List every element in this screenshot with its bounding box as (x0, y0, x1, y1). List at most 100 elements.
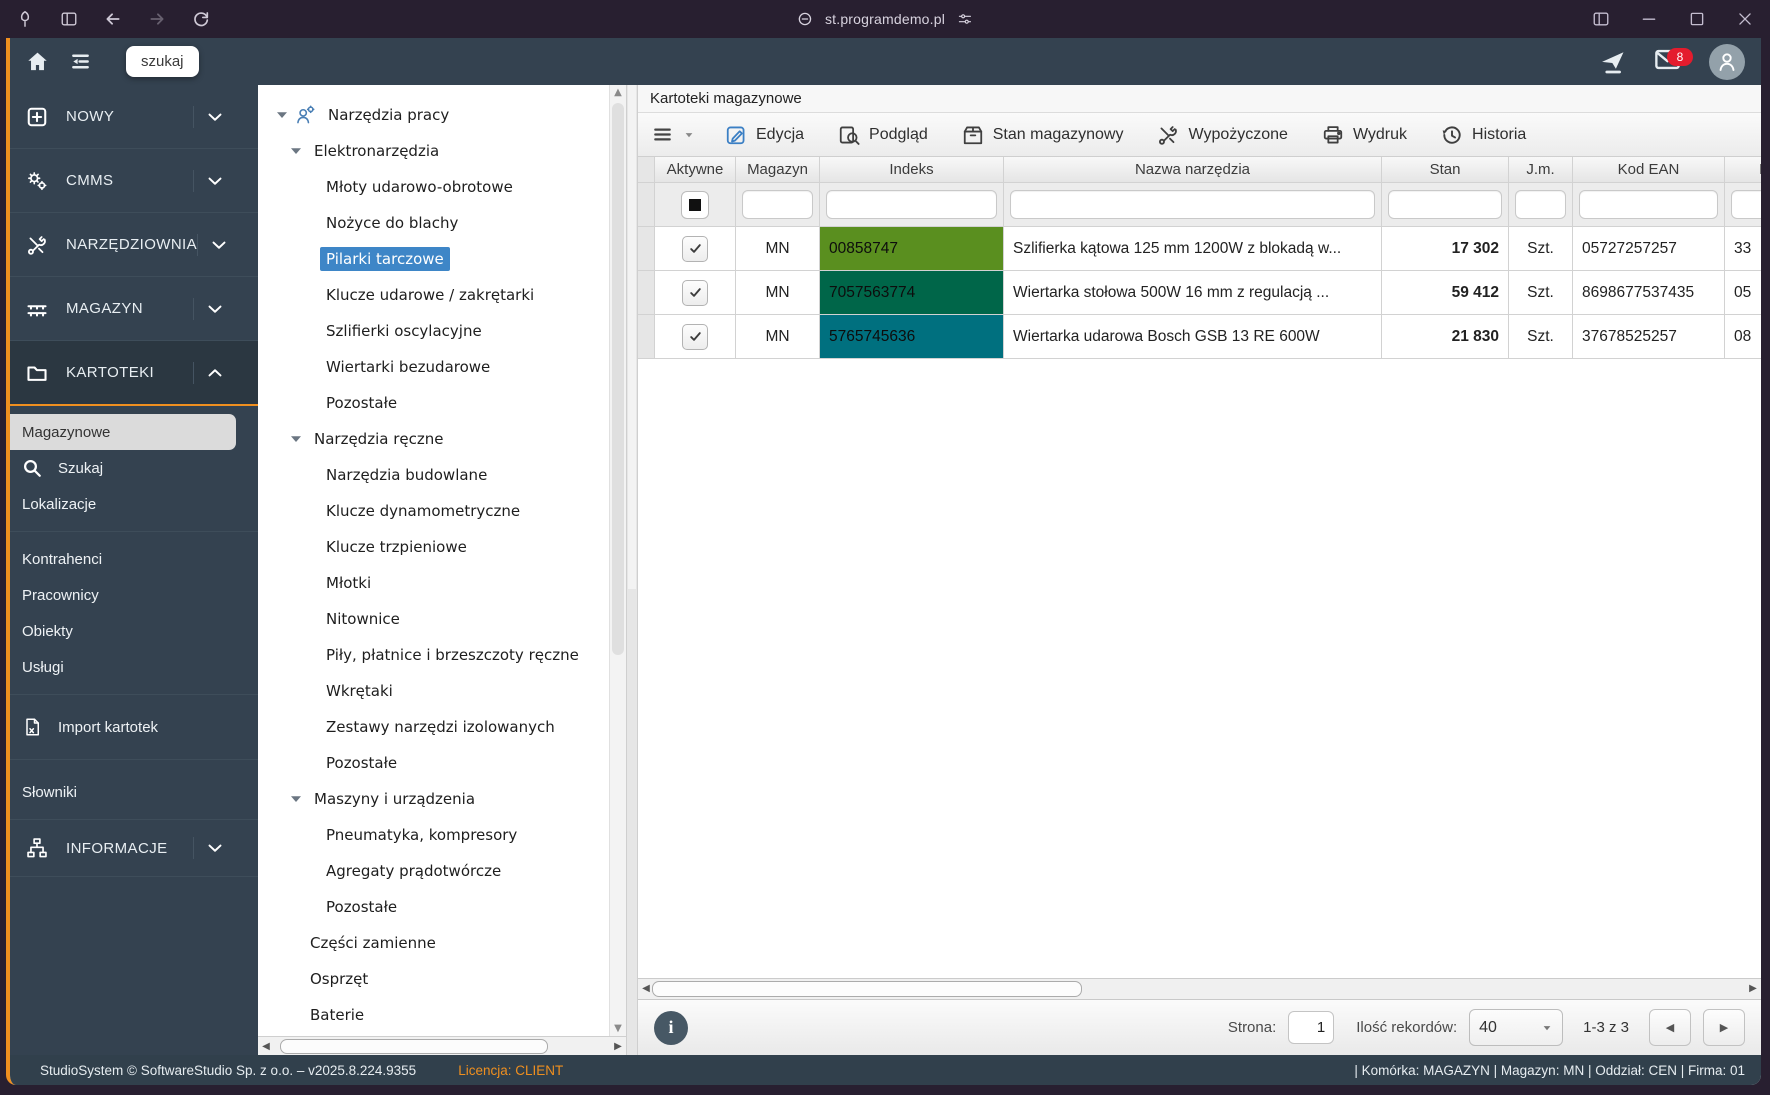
tree-item[interactable]: Nitownice (258, 601, 610, 637)
triangle-down-icon[interactable] (288, 143, 304, 159)
back-icon[interactable] (104, 10, 122, 28)
table-row[interactable]: MN5765745636Wiertarka udarowa Bosch GSB … (638, 315, 1761, 359)
tune-icon[interactable] (957, 11, 973, 27)
tree-item[interactable]: Pozostałe (258, 385, 610, 421)
filter-input[interactable] (742, 190, 813, 219)
sidebar-item-magazyn[interactable]: MAGAZYN (10, 277, 258, 341)
hamburger-icon[interactable] (652, 124, 673, 145)
tree-item[interactable]: Wiertarki bezudarowe (258, 349, 610, 385)
row-checkbox[interactable] (682, 324, 708, 350)
tree-item[interactable]: Narzędzia budowlane (258, 457, 610, 493)
tree-item[interactable]: Piły, płatnice i brzeszczoty ręczne (258, 637, 610, 673)
tree-item[interactable]: Części zamienne (258, 925, 610, 961)
sidebar-item-narzędziownia[interactable]: NARZĘDZIOWNIA (10, 213, 258, 277)
scroll-down-icon[interactable]: ▼ (610, 1021, 626, 1037)
toolbar-button-wypożyczone[interactable]: Wypożyczone (1157, 124, 1287, 146)
reload-icon[interactable] (192, 10, 210, 28)
column-header-jm[interactable]: J.m. (1509, 157, 1573, 183)
submenu-item-magazynowe[interactable]: Magazynowe (10, 414, 236, 450)
tree-item[interactable]: Pneumatyka, kompresory (258, 817, 610, 853)
submenu-item-lokalizacje[interactable]: Lokalizacje (10, 486, 258, 522)
column-header-nazwa-narzędzia[interactable]: Nazwa narzędzia (1004, 157, 1382, 183)
tree-item[interactable]: Baterie (258, 997, 610, 1033)
tree-item[interactable]: Młotki (258, 565, 610, 601)
tree-vertical-scrollbar[interactable]: ▲ ▼ (609, 85, 626, 1037)
scroll-right-icon[interactable]: ▶ (610, 1037, 626, 1055)
filter-input[interactable] (1010, 190, 1375, 219)
table-row[interactable]: MN00858747Szlifierka kątowa 125 mm 1200W… (638, 227, 1761, 271)
column-header-kod-ean[interactable]: Kod EAN (1573, 157, 1725, 183)
filter-input[interactable] (1579, 190, 1718, 219)
maximize-icon[interactable] (1688, 10, 1706, 28)
chevron-down-icon[interactable] (683, 129, 695, 141)
records-per-page-select[interactable]: 40 (1469, 1009, 1563, 1046)
site-info-icon[interactable] (797, 11, 813, 27)
tree-item[interactable]: Osprzęt (258, 961, 610, 997)
collapse-menu-icon[interactable] (69, 50, 92, 73)
address-bar[interactable]: st.programdemo.pl (797, 0, 973, 38)
tree-vscroll-thumb[interactable] (612, 103, 624, 655)
tree-item[interactable]: Narzędzia ręczne (258, 421, 610, 457)
submenu-item-obiekty[interactable]: Obiekty (10, 613, 258, 649)
row-checkbox[interactable] (682, 280, 708, 306)
submenu-item-usługi[interactable]: Usługi (10, 649, 258, 685)
tree-item[interactable]: Wkrętaki (258, 673, 610, 709)
submenu-item-pracownicy[interactable]: Pracownicy (10, 577, 258, 613)
column-header-stan[interactable]: Stan (1382, 157, 1509, 183)
submenu-item-szukaj[interactable]: Szukaj (10, 450, 258, 486)
search-tooltip[interactable]: szukaj (126, 46, 199, 77)
filter-input[interactable] (1731, 190, 1761, 219)
tree-hscroll-thumb[interactable] (280, 1039, 548, 1054)
column-header-magazyn[interactable]: Magazyn (736, 157, 820, 183)
filter-input[interactable] (1515, 190, 1566, 219)
sidebar-item-nowy[interactable]: NOWY (10, 85, 258, 149)
tree-item[interactable]: Pozostałe (258, 889, 610, 925)
table-horizontal-scrollbar[interactable]: ◀ ▶ (638, 978, 1761, 999)
tree-item[interactable]: Agregaty prądotwórcze (258, 853, 610, 889)
sidebar-item-kartoteki[interactable]: KARTOTEKI (10, 341, 258, 406)
sidebar-item-cmms[interactable]: CMMS (10, 149, 258, 213)
send-icon[interactable] (1599, 48, 1626, 75)
tree-item[interactable]: Pozostałe (258, 745, 610, 781)
home-icon[interactable] (26, 50, 49, 73)
column-header-n[interactable]: N (1725, 157, 1761, 183)
column-header-aktywne[interactable]: Aktywne (655, 157, 736, 183)
triangle-down-icon[interactable] (274, 107, 290, 123)
tree-item[interactable]: Szlifierki oscylacyjne (258, 313, 610, 349)
close-icon[interactable] (1736, 10, 1754, 28)
scroll-up-icon[interactable]: ▲ (610, 85, 626, 101)
toolbar-button-podgląd[interactable]: Podgląd (838, 124, 928, 146)
prev-page-button[interactable]: ◀ (1649, 1009, 1691, 1046)
table-row[interactable]: MN7057563774Wiertarka stołowa 500W 16 mm… (638, 271, 1761, 315)
toolbar-button-historia[interactable]: Historia (1441, 124, 1526, 146)
mail-button[interactable]: 8 (1654, 46, 1681, 78)
filter-input[interactable] (826, 190, 997, 219)
user-avatar[interactable] (1709, 44, 1745, 80)
submenu-item-import-kartotek[interactable]: Import kartotek (10, 704, 258, 750)
minimize-icon[interactable] (1640, 10, 1658, 28)
toolbar-button-stan-magazynowy[interactable]: Stan magazynowy (962, 124, 1124, 146)
row-checkbox[interactable] (682, 236, 708, 262)
table-hscroll-thumb[interactable] (652, 981, 1082, 997)
scroll-right-icon[interactable]: ▶ (1745, 979, 1761, 997)
tree-item[interactable]: Klucze udarowe / zakrętarki (258, 277, 610, 313)
triangle-down-icon[interactable] (288, 791, 304, 807)
tree-item[interactable]: Nożyce do blachy (258, 205, 610, 241)
column-header-indeks[interactable]: Indeks (820, 157, 1004, 183)
select-all-checkbox[interactable] (681, 191, 709, 219)
submenu-item-kontrahenci[interactable]: Kontrahenci (10, 541, 258, 577)
browser-logo-icon[interactable] (16, 10, 34, 28)
panel-icon[interactable] (1592, 10, 1610, 28)
tree-item[interactable]: Maszyny i urządzenia (258, 781, 610, 817)
tree-item[interactable]: Elektronarzędzia (258, 133, 610, 169)
sidebar-toggle-icon[interactable] (60, 10, 78, 28)
tree-item[interactable]: Zestawy narzędzi izolowanych (258, 709, 610, 745)
info-button[interactable]: i (654, 1011, 688, 1045)
toolbar-button-edycja[interactable]: Edycja (725, 124, 804, 146)
forward-icon[interactable] (148, 10, 166, 28)
tree-item[interactable]: Klucze dynamometryczne (258, 493, 610, 529)
next-page-button[interactable]: ▶ (1703, 1009, 1745, 1046)
tree-item[interactable]: Młoty udarowo-obrotowe (258, 169, 610, 205)
triangle-down-icon[interactable] (288, 431, 304, 447)
submenu-item-słowniki[interactable]: Słowniki (10, 769, 258, 815)
